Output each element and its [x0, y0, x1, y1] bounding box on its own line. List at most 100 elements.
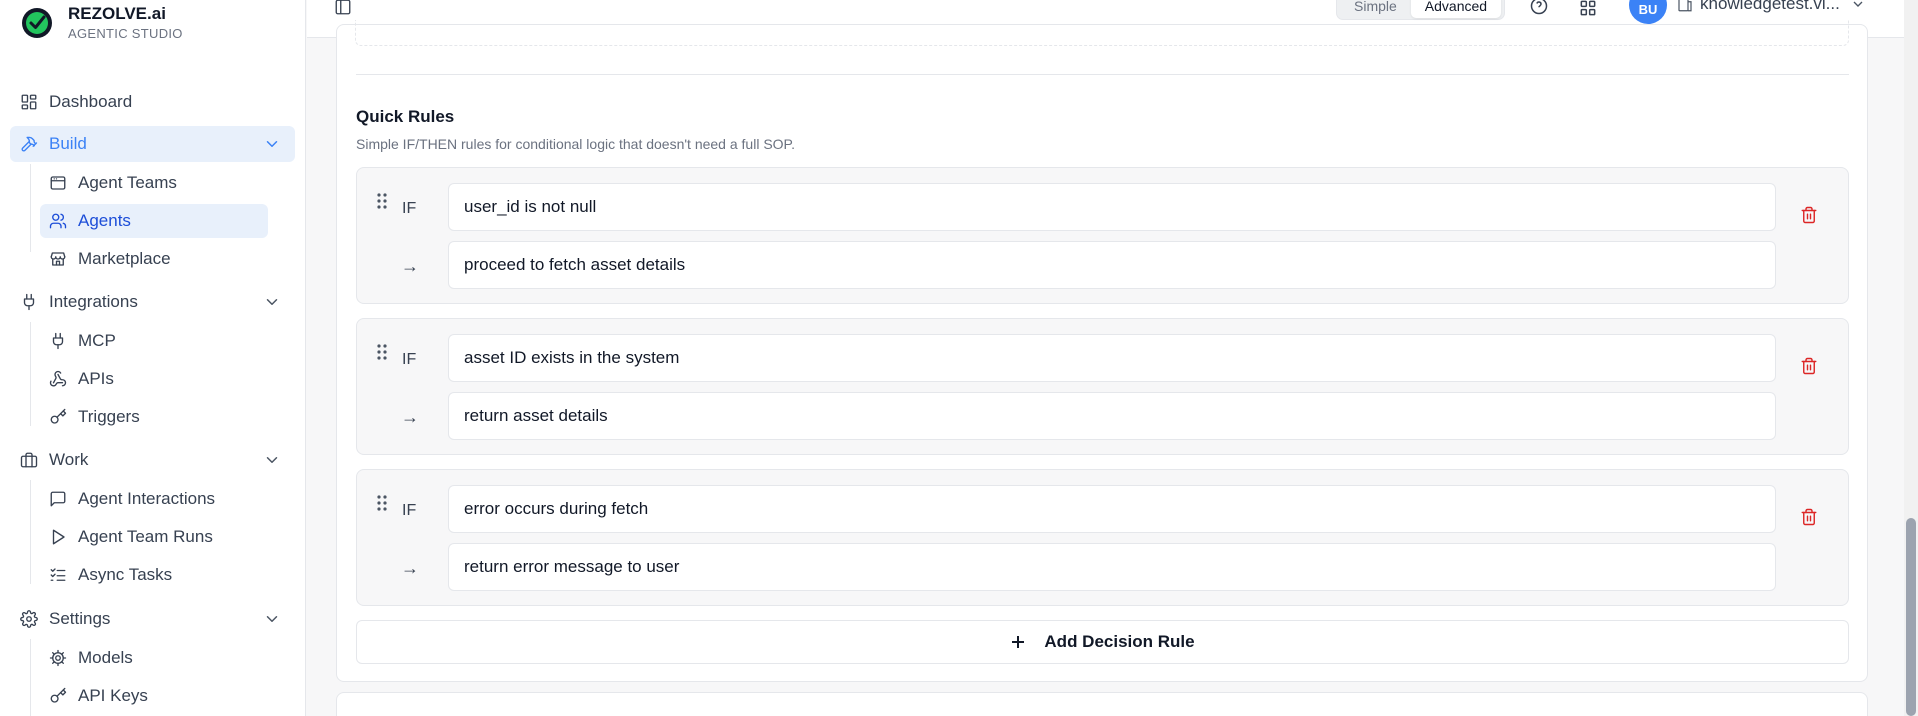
browser-window-icon	[48, 173, 68, 193]
rule-action-input[interactable]: return asset details	[448, 392, 1776, 440]
sidebar-item-label: Settings	[49, 609, 111, 628]
dashboard-icon	[19, 92, 39, 112]
sidebar-item-label: Integrations	[49, 292, 138, 311]
if-label: IF	[402, 351, 417, 368]
tree-line	[30, 322, 31, 426]
sidebar-item-api-keys[interactable]: API Keys	[40, 679, 268, 713]
sidebar-item-dashboard[interactable]: Dashboard	[10, 84, 295, 120]
scrollbar[interactable]	[1904, 0, 1918, 716]
section-divider	[356, 74, 1849, 75]
drag-handle-icon[interactable]	[375, 494, 389, 512]
key-icon	[48, 686, 68, 706]
add-decision-rule-label: Add Decision Rule	[1044, 632, 1195, 651]
drag-handle-icon[interactable]	[375, 192, 389, 210]
trash-icon[interactable]	[1800, 205, 1820, 227]
sidebar-item-agent-team-runs[interactable]: Agent Team Runs	[40, 520, 268, 554]
users-icon	[48, 211, 68, 231]
sidebar-toggle-icon[interactable]	[334, 0, 354, 18]
chevron-down-icon[interactable]	[263, 293, 281, 311]
plus-icon	[1010, 634, 1026, 650]
sidebar-item-agent-teams[interactable]: Agent Teams	[40, 166, 268, 200]
gear-icon	[19, 609, 39, 629]
workspace-selector[interactable]: knowledgetest.vi...	[1676, 0, 1866, 14]
rule-condition-input[interactable]: asset ID exists in the system	[448, 334, 1776, 382]
sidebar-item-triggers[interactable]: Triggers	[40, 400, 268, 434]
tree-line	[30, 480, 31, 584]
sidebar-item-label: Agent Team Runs	[78, 527, 213, 546]
sidebar-item-label: MCP	[78, 331, 116, 350]
then-arrow: →	[401, 407, 419, 427]
sidebar-item-label: Build	[49, 134, 87, 153]
rule-action-input[interactable]: proceed to fetch asset details	[448, 241, 1776, 289]
sidebar-item-label: Marketplace	[78, 249, 171, 268]
rezolve-logo-icon	[20, 6, 54, 40]
mode-switch: Simple Advanced	[1336, 0, 1506, 20]
then-arrow: →	[401, 256, 419, 276]
sidebar-item-apis[interactable]: APIs	[40, 362, 268, 396]
trash-icon[interactable]	[1800, 507, 1820, 529]
brand-name: REZOLVE.ai	[68, 4, 166, 23]
sidebar-item-settings[interactable]: Settings	[10, 601, 295, 637]
sidebar-item-label: Agents	[78, 211, 131, 230]
trash-icon[interactable]	[1800, 356, 1820, 378]
webhook-icon	[48, 369, 68, 389]
apps-grid-icon[interactable]	[1578, 0, 1598, 18]
sidebar-item-work[interactable]: Work	[10, 442, 295, 478]
chevron-down-icon[interactable]	[263, 610, 281, 628]
briefcase-icon	[19, 450, 39, 470]
play-icon	[48, 527, 68, 547]
if-label: IF	[402, 502, 417, 519]
rule-card: IF asset ID exists in the system → retur…	[356, 318, 1849, 455]
add-decision-rule-button[interactable]: Add Decision Rule	[356, 620, 1849, 664]
sidebar-item-label: Work	[49, 450, 89, 469]
sidebar-item-build[interactable]: Build	[10, 126, 295, 162]
store-icon	[48, 249, 68, 269]
quick-rules-title: Quick Rules	[356, 107, 455, 126]
if-label: IF	[402, 200, 417, 217]
mode-simple-button[interactable]: Simple	[1340, 0, 1411, 18]
sidebar-item-agents[interactable]: Agents	[40, 204, 268, 238]
workspace-name: knowledgetest.vi...	[1700, 0, 1840, 13]
sidebar-item-agent-interactions[interactable]: Agent Interactions	[40, 482, 268, 516]
brand[interactable]: REZOLVE.ai AGENTIC STUDIO	[20, 0, 183, 46]
sidebar-item-models[interactable]: Models	[40, 641, 268, 675]
brand-subtitle: AGENTIC STUDIO	[68, 26, 183, 41]
tree-line	[30, 164, 31, 252]
then-arrow: →	[401, 558, 419, 578]
help-icon[interactable]	[1529, 0, 1549, 16]
chevron-down-icon[interactable]	[263, 451, 281, 469]
rule-action-input[interactable]: return error message to user	[448, 543, 1776, 591]
quick-rules-description: Simple IF/THEN rules for conditional log…	[356, 136, 795, 152]
sidebar-item-async-tasks[interactable]: Async Tasks	[40, 558, 268, 592]
drag-handle-icon[interactable]	[375, 343, 389, 361]
rule-card: IF error occurs during fetch → return er…	[356, 469, 1849, 606]
sidebar: REZOLVE.ai AGENTIC STUDIO Dashboard Buil…	[0, 0, 306, 716]
sidebar-item-label: API Keys	[78, 686, 148, 705]
sidebar-item-label: Dashboard	[49, 92, 133, 111]
sidebar-item-label: Models	[78, 648, 133, 667]
rule-condition-input[interactable]: error occurs during fetch	[448, 485, 1776, 533]
rule-condition-input[interactable]: user_id is not null	[448, 183, 1776, 231]
key-icon	[48, 407, 68, 427]
sidebar-item-integrations[interactable]: Integrations	[10, 284, 295, 320]
sidebar-item-label: APIs	[78, 369, 114, 388]
chevron-down-icon	[1850, 0, 1866, 12]
cog-icon	[48, 648, 68, 668]
sidebar-item-marketplace[interactable]: Marketplace	[40, 242, 268, 276]
plug-icon	[48, 331, 68, 351]
scrollbar-thumb[interactable]	[1906, 518, 1916, 716]
mode-advanced-button[interactable]: Advanced	[1410, 0, 1502, 18]
tree-line	[30, 639, 31, 716]
sidebar-item-label: Agent Interactions	[78, 489, 216, 508]
rule-card: IF user_id is not null → proceed to fetc…	[356, 167, 1849, 304]
next-section-card	[336, 692, 1868, 716]
sidebar-item-label: Agent Teams	[78, 173, 177, 192]
building-icon	[1676, 0, 1694, 13]
sidebar-item-mcp[interactable]: MCP	[40, 324, 268, 358]
chevron-down-icon[interactable]	[263, 135, 281, 153]
hammer-icon	[19, 134, 39, 154]
list-checks-icon	[48, 565, 68, 585]
sidebar-item-label: Async Tasks	[78, 565, 173, 584]
sidebar-item-label: Triggers	[78, 407, 140, 426]
previous-field-bottom	[355, 20, 1849, 46]
